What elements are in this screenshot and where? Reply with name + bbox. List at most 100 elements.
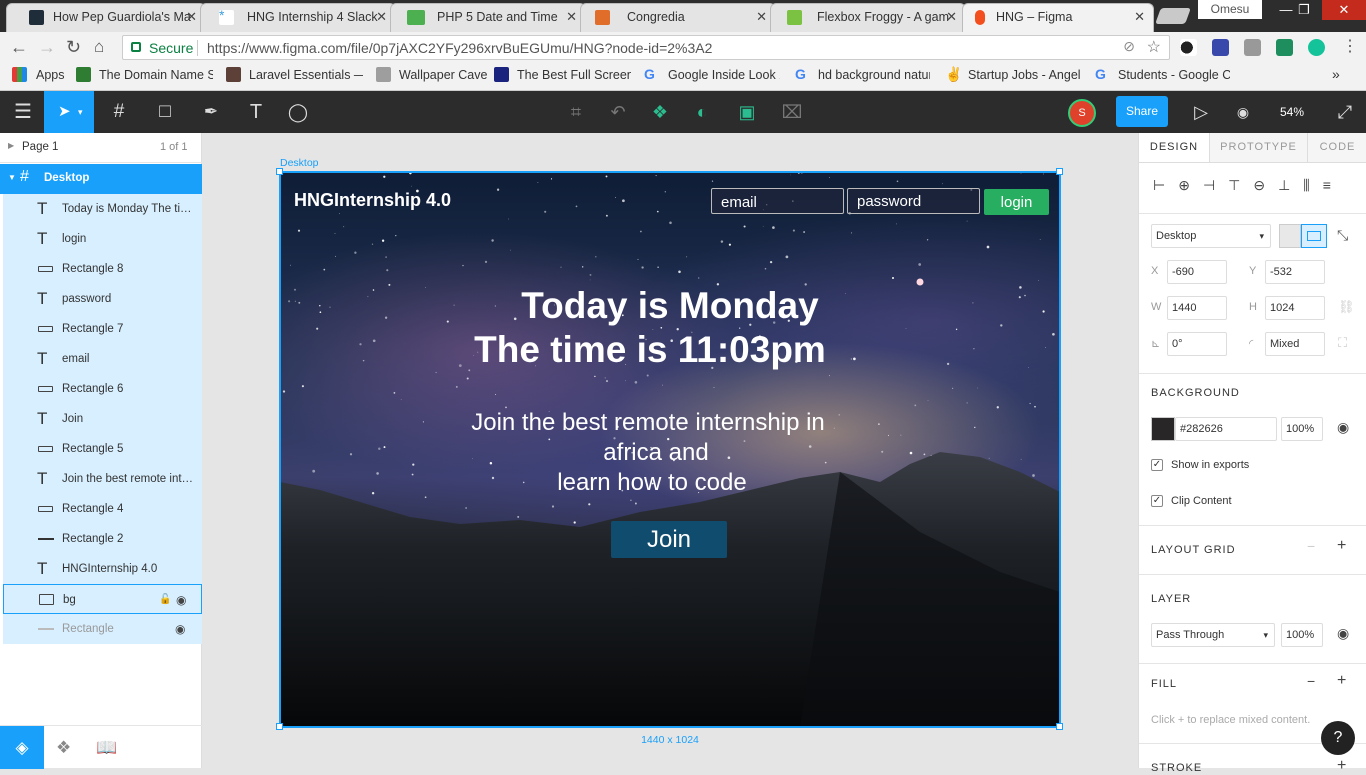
layer-row[interactable]: Rectangle 4 [3,494,202,524]
layer-row[interactable]: bg 🔓 ◉ [3,584,202,614]
visibility-eye-icon[interactable]: ◉ [1337,419,1349,436]
visibility-eye-icon[interactable]: ◉ [1337,625,1349,642]
pen-tool-icon[interactable]: ✒ [196,91,226,133]
browser-tab[interactable]: How Pep Guardiola's Ma ✕ [6,3,206,32]
bookmark[interactable]: hd background natur [818,68,930,82]
bookmark[interactable]: Startup Jobs - AngelL [968,68,1080,82]
component-frame-icon[interactable]: ⌗ [562,91,590,133]
browser-tab[interactable]: Congredia ✕ [580,3,776,32]
extension-icon[interactable] [1212,39,1229,56]
bookmark[interactable]: Students - Google Ca [1118,68,1230,82]
undo-icon[interactable]: ↶ [604,91,632,133]
minus-icon[interactable]: − [1307,673,1315,689]
components-tab-icon[interactable]: ❖ [56,726,71,769]
forward-icon[interactable]: → [38,37,56,57]
add-stroke-icon[interactable]: + [1337,757,1346,775]
y-input[interactable]: -532 [1265,260,1325,284]
layer-row[interactable]: Rectangle 2 [3,524,202,554]
share-button[interactable]: Share [1116,96,1168,127]
reload-icon[interactable]: ↻ [66,37,81,57]
desktop-frame[interactable]: HNGInternship 4.0 email password login T… [280,172,1060,727]
help-button[interactable]: ? [1321,721,1355,755]
restore-icon[interactable]: ❐ [1286,0,1322,20]
align-center-icon[interactable]: ⊕ [1178,177,1203,193]
browser-tab-active[interactable]: HNG – Figma ✕ [962,3,1154,32]
background-swatch[interactable] [1151,417,1175,441]
constrain-proportions-icon[interactable]: ⛓ [1338,299,1355,315]
layer-row[interactable]: Rectangle 5 [3,434,202,464]
bookmark[interactable]: The Domain Name Sy [99,68,213,82]
close-icon[interactable]: ✕ [946,4,957,30]
close-icon[interactable]: ✕ [756,4,767,30]
mask-icon[interactable]: ◐ [688,91,716,133]
layer-row[interactable]: Temail [3,344,202,374]
layer-opacity-input[interactable]: 100% [1281,623,1323,647]
clip-content-checkbox[interactable]: ✓ [1151,495,1163,507]
rotation-input[interactable]: 0° [1167,332,1227,356]
show-in-exports-checkbox[interactable]: ✓ [1151,459,1163,471]
distribute-icon[interactable]: ⫼ [1303,177,1322,193]
blend-mode-select[interactable]: Pass Through ▾ [1151,623,1275,647]
bookmark[interactable]: Apps [36,68,65,82]
layer-row[interactable]: Rectangle ◉ [3,614,202,644]
join-button[interactable]: Join [611,521,727,558]
radius-input[interactable]: Mixed [1265,332,1325,356]
avatar[interactable]: S [1068,99,1096,127]
minus-icon[interactable]: − [1307,538,1315,554]
frame-tool-icon[interactable]: # [104,91,134,133]
extension-icon[interactable] [1244,39,1261,56]
extension-icon[interactable] [1276,39,1293,56]
layer-row[interactable]: T HNGInternship 4.0 [3,554,202,584]
layer-row[interactable]: Rectangle 7 [3,314,202,344]
bookmark[interactable]: The Best Full Screen E [517,68,631,82]
crop-icon[interactable]: ⌧ [778,91,806,133]
align-top-icon[interactable]: ⊤ [1228,177,1253,193]
view-eye-icon[interactable]: ◉ [1230,91,1256,133]
resize-handle[interactable] [1056,723,1063,730]
back-icon[interactable]: ← [10,37,28,57]
resize-handle[interactable] [276,168,283,175]
home-icon[interactable]: ⌂ [94,37,104,57]
close-icon[interactable]: ✕ [376,4,387,30]
close-icon[interactable]: ✕ [566,4,577,30]
bookmark[interactable]: Wallpaper Cave [399,68,487,82]
browser-tab[interactable]: * HNG Internship 4 Slack ✕ [200,3,396,32]
layer-row[interactable]: Tlogin [3,224,202,254]
layer-row[interactable]: T Today is Monday The tim... [3,194,202,224]
create-component-icon[interactable]: ❖ [646,91,674,133]
browser-tab[interactable]: Flexbox Froggy - A gam ✕ [770,3,966,32]
frame-preset-select[interactable]: Desktop ▾ [1151,224,1271,248]
add-layout-grid-icon[interactable]: + [1337,537,1346,555]
align-middle-icon[interactable]: ⊖ [1253,177,1278,193]
comment-tool-icon[interactable]: ◯ [284,91,312,133]
background-hex-input[interactable]: #282626 [1175,417,1277,441]
canvas[interactable]: Desktop HNGInternship 4.0 email password… [203,133,1137,768]
new-tab-button[interactable] [1155,8,1191,24]
resize-handle[interactable] [1056,168,1063,175]
url-bar[interactable]: Secure https://www.figma.com/file/0p7jAX… [122,35,1170,60]
window-close-icon[interactable]: ✕ [1322,0,1366,20]
close-icon[interactable]: ✕ [1134,4,1145,30]
blocked-popup-icon[interactable]: ⊘ [1123,38,1135,55]
menu-kebab-icon[interactable]: ⋮ [1342,37,1358,57]
distribute-vertical-icon[interactable]: ≡ [1323,177,1344,193]
bookmark[interactable]: Laravel Essentials — S [249,68,363,82]
align-right-icon[interactable]: ⊣ [1203,177,1228,193]
bookmark[interactable]: Google Inside Look 2 [668,68,780,82]
layer-row[interactable]: Rectangle 6 [3,374,202,404]
email-field[interactable]: email [711,188,844,214]
unlock-icon[interactable]: 🔓 [159,585,171,615]
tab-code[interactable]: CODE [1307,133,1366,163]
rectangle-tool-icon[interactable]: □ [150,91,180,133]
more-bookmarks-icon[interactable]: » [1332,66,1340,82]
height-input[interactable]: 1024 [1265,296,1325,320]
visibility-eye-icon[interactable]: ◉ [176,585,186,615]
layers-tab-icon[interactable]: ◈ [0,726,44,769]
present-play-icon[interactable]: ▷ [1186,91,1216,133]
hamburger-menu-icon[interactable]: ☰ [10,91,36,133]
x-input[interactable]: -690 [1167,260,1227,284]
url-text[interactable]: https://www.figma.com/file/0p7jAXC2YFy29… [207,40,712,56]
align-left-icon[interactable]: ⊢ [1153,177,1178,193]
frame-label[interactable]: Desktop [280,157,319,169]
resize-handle[interactable] [276,723,283,730]
